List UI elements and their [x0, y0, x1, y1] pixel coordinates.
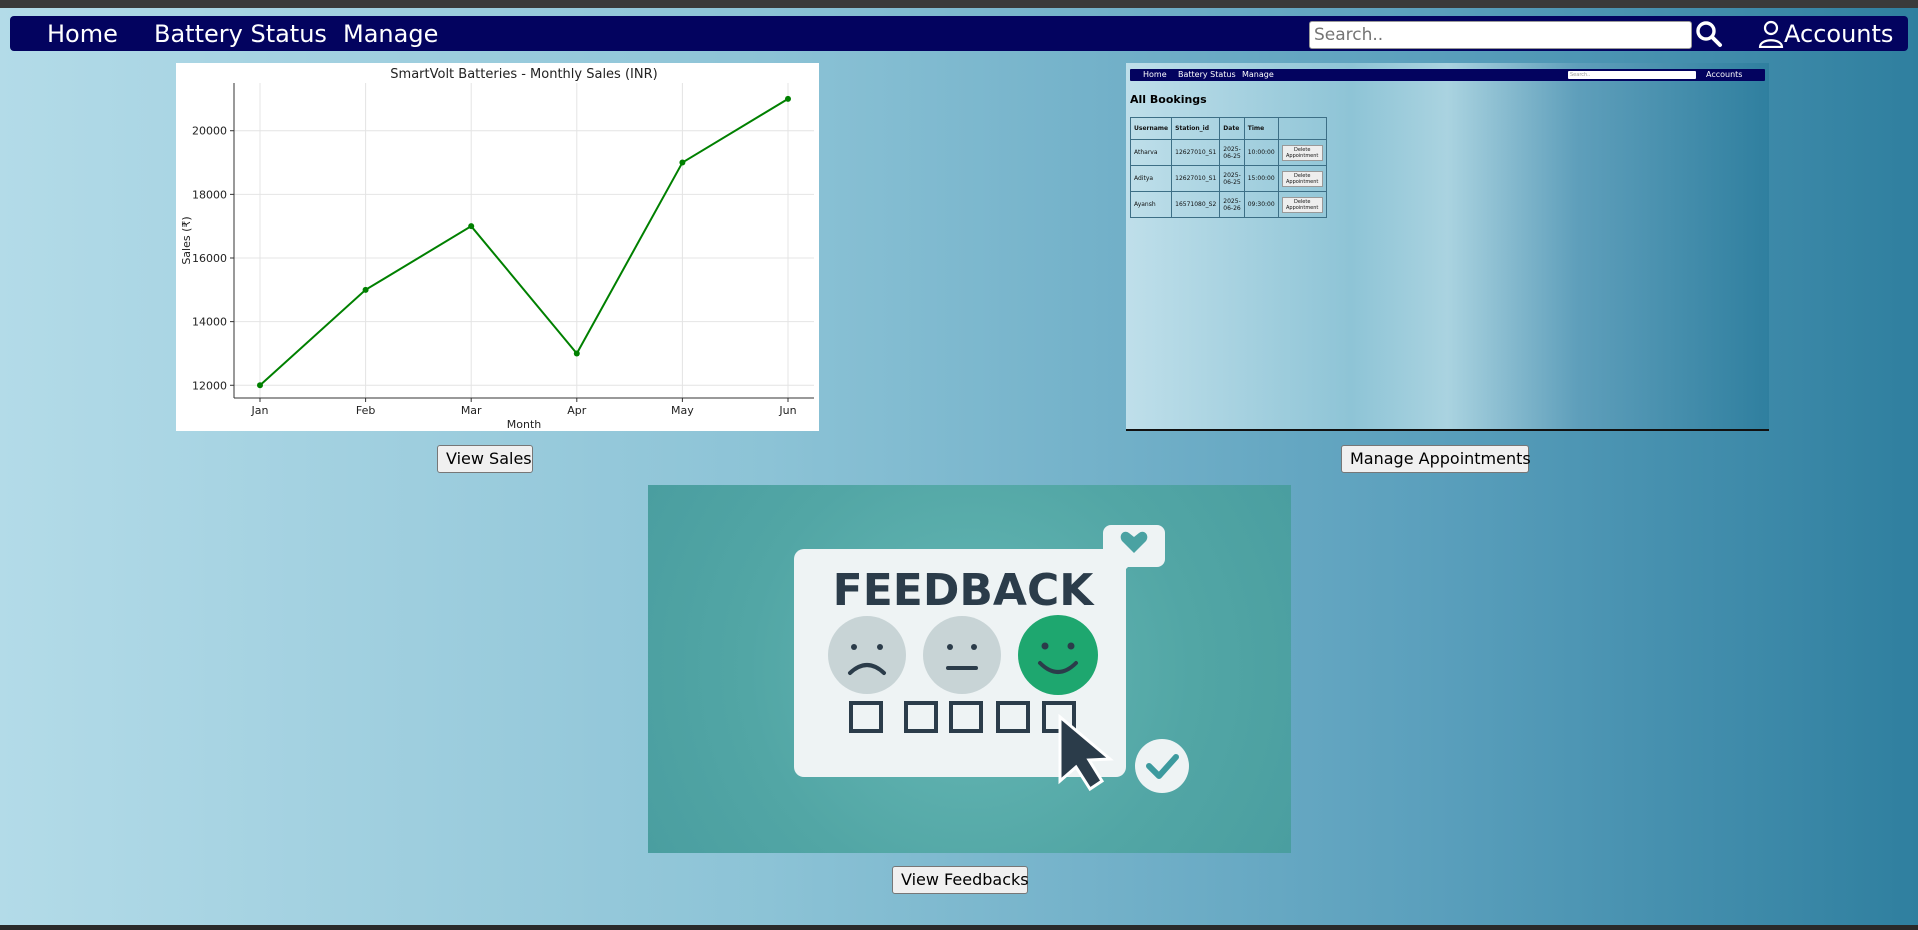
- row-station: 12627010_S1: [1171, 165, 1221, 192]
- row-username: Aditya: [1129, 165, 1173, 192]
- row-date: 2025-06-25: [1219, 165, 1245, 192]
- window-top-strip: [0, 0, 1918, 8]
- y-tick-label: 14000: [192, 316, 227, 329]
- row-time: 10:00:00: [1243, 139, 1279, 166]
- row-delete-button: Delete Appointment: [1281, 144, 1323, 161]
- check-circle-icon: [1135, 739, 1189, 793]
- top-navbar: Home Battery Status Manage Accounts: [10, 16, 1908, 51]
- y-tick-label: 16000: [192, 252, 227, 265]
- x-tick-label: Mar: [461, 404, 482, 417]
- table-row: Aditya 12627010_S1 2025-06-25 15:00:00 D…: [1129, 165, 1327, 192]
- accounts-menu[interactable]: Accounts: [1758, 19, 1893, 49]
- manage-appointments-button[interactable]: Manage Appointments: [1341, 445, 1531, 473]
- y-tick-label: 12000: [192, 379, 227, 392]
- nav-battery-status-link[interactable]: Battery Status: [154, 19, 327, 49]
- x-tick-label: Feb: [356, 404, 375, 417]
- x-tick-label: Jun: [778, 404, 796, 417]
- preview-col-action: [1277, 117, 1327, 140]
- x-axis-label: Month: [507, 418, 542, 431]
- row-station: 12627010_S1: [1171, 139, 1221, 166]
- preview-col-station: Station_id: [1171, 117, 1221, 140]
- preview-nav-manage: Manage: [1242, 70, 1274, 79]
- search-input[interactable]: [1309, 21, 1692, 49]
- preview-nav-battery-status: Battery Status: [1178, 70, 1236, 79]
- feedback-illustration: FEEDBACK: [648, 485, 1291, 853]
- preview-nav-accounts: Accounts: [1706, 70, 1743, 79]
- preview-bookings-table: Username Station_id Date Time Atharva 12…: [1129, 117, 1327, 218]
- bookings-preview-image: Home Battery Status Manage Search.. Acco…: [1126, 63, 1769, 431]
- table-row: Ayansh 16571080_S2 2025-06-26 09:30:00 D…: [1129, 191, 1327, 218]
- preview-navbar: Home Battery Status Manage Search.. Acco…: [1130, 69, 1765, 81]
- nav-manage-link[interactable]: Manage: [343, 19, 438, 49]
- y-tick-label: 20000: [192, 125, 227, 138]
- row-time: 15:00:00: [1243, 165, 1279, 192]
- accounts-label: Accounts: [1784, 20, 1894, 48]
- sales-line-chart: 12000 14000 16000 18000 20000 Jan Feb Mar Apr May…: [180, 67, 814, 431]
- preview-col-date: Date: [1219, 117, 1245, 140]
- y-tick-label: 18000: [192, 188, 227, 201]
- window-bottom-strip: [0, 925, 1918, 930]
- table-row: Atharva 12627010_S1 2025-06-25 10:00:00 …: [1129, 139, 1327, 166]
- sad-face-icon: [828, 616, 906, 694]
- neutral-face-icon: [923, 616, 1001, 694]
- data-point: [679, 159, 686, 166]
- user-icon: [1758, 20, 1784, 48]
- feedback-graphic: FEEDBACK: [794, 525, 1189, 793]
- preview-title: All Bookings: [1130, 93, 1207, 106]
- x-tick-label: Apr: [567, 404, 587, 417]
- preview-col-username: Username: [1129, 117, 1173, 140]
- nav-home-link[interactable]: Home: [47, 19, 118, 49]
- row-date: 2025-06-26: [1219, 191, 1245, 218]
- row-delete-button: Delete Appointment: [1281, 170, 1323, 187]
- preview-table-header: Username Station_id Date Time: [1129, 117, 1327, 140]
- view-sales-button[interactable]: View Sales: [437, 445, 533, 473]
- x-tick-label: Jan: [251, 404, 269, 417]
- view-feedbacks-button[interactable]: View Feedbacks: [892, 866, 1029, 894]
- chart-title: SmartVolt Batteries - Monthly Sales (INR…: [390, 67, 657, 82]
- row-username: Atharva: [1129, 139, 1173, 166]
- sales-chart-image: 12000 14000 16000 18000 20000 Jan Feb Mar Apr May…: [176, 63, 819, 431]
- data-point: [257, 382, 263, 389]
- y-axis-label: Sales (₹): [180, 216, 193, 264]
- preview-nav-home: Home: [1143, 70, 1167, 79]
- data-point: [785, 95, 791, 102]
- x-tick-label: May: [671, 404, 694, 417]
- search-button[interactable]: [1694, 19, 1724, 49]
- preview-search-box: Search..: [1568, 71, 1696, 79]
- row-time: 09:30:00: [1243, 191, 1279, 218]
- series-line: [259, 98, 789, 387]
- happy-face-icon: [1018, 615, 1098, 695]
- search-icon: [1696, 21, 1722, 47]
- row-delete-button: Delete Appointment: [1281, 196, 1323, 213]
- row-username: Ayansh: [1129, 191, 1173, 218]
- row-station: 16571080_S2: [1171, 191, 1221, 218]
- feedback-heading: FEEDBACK: [833, 565, 1096, 616]
- data-point: [362, 286, 369, 293]
- row-date: 2025-06-25: [1219, 139, 1245, 166]
- preview-col-time: Time: [1243, 117, 1279, 140]
- data-point: [573, 350, 580, 357]
- data-point: [468, 223, 475, 230]
